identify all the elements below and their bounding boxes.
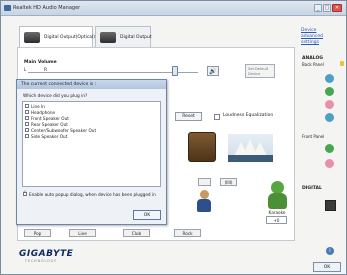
preset-rock-button[interactable]: Rock: [174, 229, 201, 237]
environment-chest-icon[interactable]: [188, 132, 216, 162]
audio-manager-window: Realtek HD Audio Manager _ □ ✕ Digital O…: [0, 0, 347, 275]
option-label: Line In: [31, 104, 45, 109]
front-panel-label: Front Panel: [302, 134, 325, 139]
connector-panel: ANALOG Back Panel Front Panel DIGITAL: [296, 47, 346, 241]
auto-popup-option[interactable]: Enable auto popup dialog, when device ha…: [23, 190, 156, 198]
preset-live-button[interactable]: Live: [69, 229, 96, 237]
equalizer-person-icon: [193, 190, 215, 216]
checkbox[interactable]: [25, 110, 29, 114]
minimize-button[interactable]: _: [314, 4, 322, 12]
dialog-title: The current connected device is :: [17, 80, 166, 89]
option-label: Rear Speaker Out: [31, 122, 68, 127]
app-icon: [4, 5, 11, 11]
checkbox[interactable]: [25, 134, 29, 138]
gigabyte-tagline: TECHNOLOGY: [25, 259, 57, 263]
karaoke-value-stepper[interactable]: +0: [266, 216, 287, 224]
auto-popup-label: Enable auto popup dialog, when device ha…: [29, 192, 156, 197]
option-label: Side Speaker Out: [31, 134, 68, 139]
volume-slider-thumb[interactable]: [172, 66, 179, 76]
set-default-device-button[interactable]: Set Default Device: [245, 64, 275, 78]
back-jack-blue-icon[interactable]: [325, 74, 334, 83]
effect-toggle-button[interactable]: [198, 178, 211, 186]
checkbox[interactable]: [25, 122, 29, 126]
digital-jack-icon[interactable]: [325, 200, 336, 211]
back-jack-blue-2-icon[interactable]: [325, 113, 334, 122]
checkbox[interactable]: [25, 104, 29, 108]
digital-label: DIGITAL: [302, 186, 322, 191]
back-jack-pink-icon[interactable]: [325, 100, 334, 109]
tab-label: Digital Output(Optical): [44, 35, 96, 40]
option-label: Headphone: [31, 110, 56, 115]
gigabyte-logo: GIGABYTE: [19, 249, 74, 259]
volume-left-label: L: [24, 68, 27, 73]
tab-digital-output[interactable]: Digital Output: [95, 26, 152, 48]
close-button[interactable]: ✕: [332, 4, 342, 12]
option-side-speaker-out[interactable]: Side Speaker Out: [25, 134, 67, 140]
environment-opera-house-icon[interactable]: [228, 134, 273, 162]
front-jack-pink-icon[interactable]: [325, 159, 334, 168]
device-advanced-settings-link[interactable]: Device advanced settings: [301, 28, 339, 46]
dialog-question: Which device did you plug in?: [23, 94, 88, 99]
reset-button[interactable]: Reset: [175, 112, 202, 121]
window-title: Realtek HD Audio Manager: [13, 5, 81, 11]
preset-pop-button[interactable]: Pop: [24, 229, 51, 237]
maximize-button[interactable]: □: [323, 4, 331, 12]
loudness-equalization-checkbox[interactable]: [214, 114, 220, 120]
auto-popup-checkbox[interactable]: [23, 190, 27, 196]
dialog-ok-button[interactable]: OK: [133, 210, 161, 220]
checkbox[interactable]: [25, 116, 29, 120]
speaker-icon[interactable]: 🔊: [207, 66, 219, 76]
title-bar: Realtek HD Audio Manager _ □ ✕: [1, 1, 346, 16]
option-label: Front Speaker Out: [31, 116, 69, 121]
device-option-list: Line In Headphone Front Speaker Out Rear…: [22, 101, 161, 187]
ok-button[interactable]: OK: [313, 262, 341, 272]
info-icon[interactable]: i: [326, 247, 334, 255]
folder-icon[interactable]: [340, 61, 344, 66]
effect-toggle-button[interactable]: (IIII): [220, 178, 237, 186]
tab-digital-output-optical[interactable]: Digital Output(Optical): [19, 26, 96, 48]
analog-label: ANALOG: [302, 56, 323, 61]
option-label: Center/Subwoofer Speaker Out: [31, 128, 97, 133]
checkbox[interactable]: [25, 128, 29, 132]
front-jack-green-icon[interactable]: [325, 144, 334, 153]
optical-jack-icon: [24, 32, 40, 43]
karaoke-control: Karaoke +0: [265, 181, 289, 225]
preset-club-button[interactable]: Club: [123, 229, 150, 237]
karaoke-label: Karaoke: [268, 210, 286, 215]
loudness-equalization-label: Loudness Equalization: [223, 113, 274, 118]
back-panel-label: Back Panel: [302, 62, 324, 67]
tab-label: Digital Output: [120, 35, 152, 40]
digital-jack-icon: [100, 32, 116, 43]
main-volume-label: Main Volume: [24, 60, 57, 65]
device-plugged-dialog: The current connected device is : Which …: [16, 79, 167, 225]
back-jack-green-icon[interactable]: [325, 87, 334, 96]
